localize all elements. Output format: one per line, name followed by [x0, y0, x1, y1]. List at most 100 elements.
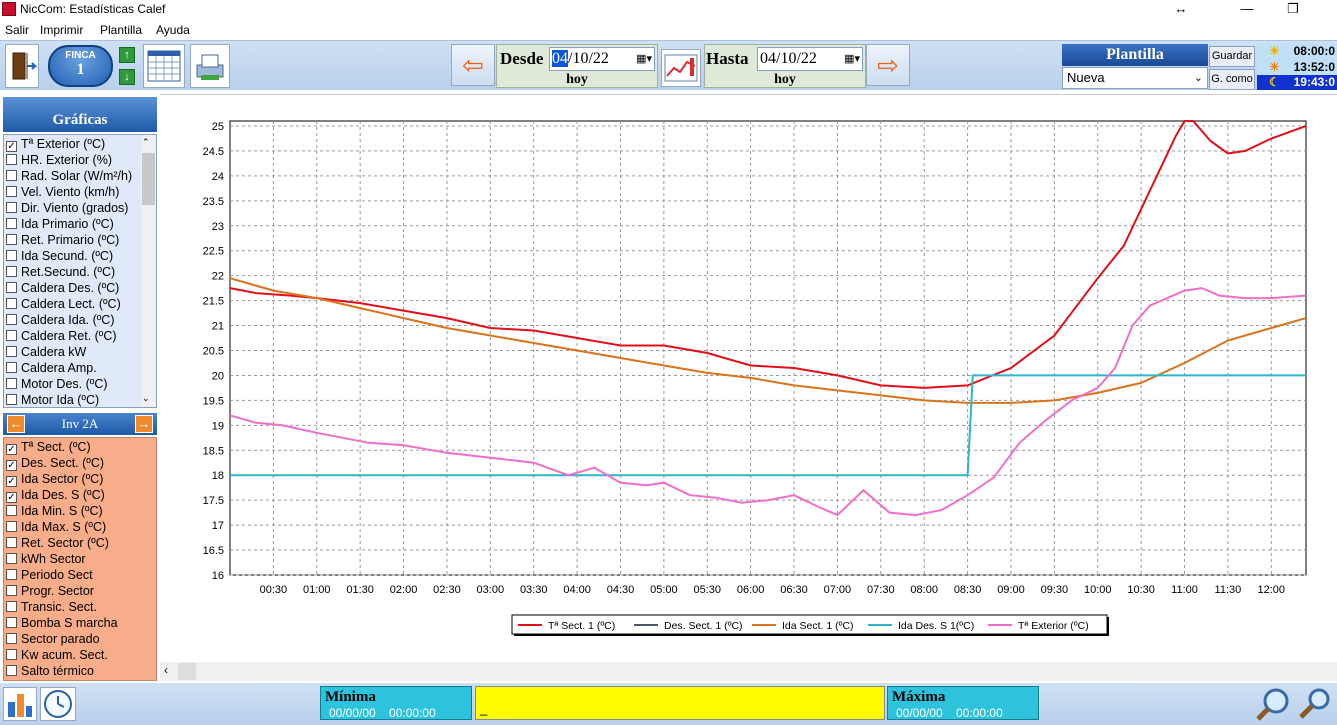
- next-date-button[interactable]: ⇨: [866, 44, 910, 86]
- checkbox-item[interactable]: ✓ Des. Sect. (ºC): [6, 456, 104, 472]
- print-button[interactable]: [190, 44, 230, 88]
- checkbox-item[interactable]: Salto térmico: [6, 664, 94, 680]
- checkbox[interactable]: [6, 537, 17, 548]
- scroll-thumb[interactable]: [142, 153, 155, 205]
- chart-refresh-button[interactable]: [661, 49, 701, 87]
- calendar-dropdown-icon[interactable]: ▦▾: [636, 48, 652, 70]
- zoom-in-button[interactable]: [1254, 686, 1294, 722]
- checkbox-item[interactable]: ✓ Tª Exterior (ºC): [6, 137, 105, 153]
- scroll-thumb[interactable]: [178, 663, 196, 680]
- checkbox[interactable]: [6, 601, 17, 612]
- finca-up-arrow-icon[interactable]: ↑: [119, 47, 135, 63]
- checkbox-item[interactable]: Motor Des. (ºC): [6, 377, 108, 393]
- checkbox-item[interactable]: Caldera Ida. (ºC): [6, 313, 115, 329]
- checkbox-item[interactable]: Kw acum. Sect.: [6, 648, 108, 664]
- checkbox[interactable]: [6, 394, 17, 405]
- checkbox[interactable]: [6, 521, 17, 532]
- checkbox[interactable]: [6, 585, 17, 596]
- calendar-dropdown-icon[interactable]: ▦▾: [844, 48, 860, 70]
- checkbox-item[interactable]: Caldera Amp.: [6, 361, 97, 377]
- checkbox[interactable]: [6, 218, 17, 229]
- checkbox[interactable]: [6, 378, 17, 389]
- guardar-button[interactable]: Guardar: [1209, 46, 1255, 67]
- checkbox-item[interactable]: Ida Primario (ºC): [6, 217, 114, 233]
- checkbox[interactable]: [6, 202, 17, 213]
- checkbox-item[interactable]: Rad. Solar (W/m²/h): [6, 169, 132, 185]
- menu-ayuda[interactable]: Ayuda: [156, 23, 190, 37]
- checkbox[interactable]: [6, 282, 17, 293]
- checkbox-item[interactable]: Bomba S marcha: [6, 616, 118, 632]
- checkbox-item[interactable]: HR. Exterior (%): [6, 153, 112, 169]
- minimize-button[interactable]: —: [1224, 0, 1270, 19]
- maximize-button[interactable]: ❐: [1270, 0, 1316, 19]
- checkbox-item[interactable]: kWh Sector: [6, 552, 86, 568]
- scroll-up-icon[interactable]: ⌃: [142, 137, 150, 148]
- hasta-date-input[interactable]: 04/10/22 ▦▾: [757, 47, 863, 71]
- checkbox-item[interactable]: Ida Max. S (ºC): [6, 520, 106, 536]
- checkbox-item[interactable]: Transic. Sect.: [6, 600, 97, 616]
- checkbox[interactable]: [6, 266, 17, 277]
- checkbox[interactable]: [6, 298, 17, 309]
- checkbox[interactable]: [6, 617, 17, 628]
- checkbox-item[interactable]: Caldera Ret. (ºC): [6, 329, 117, 345]
- checkbox-item[interactable]: ✓ Ida Des. S (ºC): [6, 488, 105, 504]
- checkbox-item[interactable]: Ret. Primario (ºC): [6, 233, 119, 249]
- restore-size-icon[interactable]: ↔: [1158, 0, 1204, 19]
- checkbox-item[interactable]: Vel. Viento (km/h): [6, 185, 119, 201]
- hasta-hoy[interactable]: hoy: [705, 72, 865, 88]
- menu-imprimir[interactable]: Imprimir: [40, 23, 83, 37]
- horizontal-scrollbar[interactable]: ‹: [160, 662, 1337, 681]
- checkbox-item[interactable]: Caldera Lect. (ºC): [6, 297, 121, 313]
- guardar-como-button[interactable]: G. como: [1209, 69, 1255, 90]
- checkbox[interactable]: [6, 330, 17, 341]
- menu-plantilla[interactable]: Plantilla: [100, 23, 142, 37]
- scroll-left-icon[interactable]: ‹: [164, 663, 168, 677]
- checkbox[interactable]: [6, 314, 17, 325]
- checkbox-item[interactable]: ✓ Tª Sect. (ºC): [6, 440, 91, 456]
- clock-button[interactable]: [40, 687, 76, 721]
- checkbox[interactable]: [6, 250, 17, 261]
- exit-door-button[interactable]: [5, 44, 39, 88]
- checkbox-item[interactable]: Motor Ida (ºC): [6, 393, 99, 407]
- stats-bars-button[interactable]: [3, 687, 37, 721]
- checkbox[interactable]: [6, 665, 17, 676]
- checkbox[interactable]: [6, 170, 17, 181]
- checkbox[interactable]: [6, 234, 17, 245]
- checkbox-item[interactable]: Ida Min. S (ºC): [6, 504, 103, 520]
- desde-hoy[interactable]: hoy: [497, 72, 657, 88]
- checkbox-item[interactable]: Ret. Sector (ºC): [6, 536, 109, 552]
- plantilla-select[interactable]: Nueva ⌄: [1062, 67, 1208, 89]
- finca-down-arrow-icon[interactable]: ↓: [119, 69, 135, 85]
- checkbox-item[interactable]: Ida Secund. (ºC): [6, 249, 113, 265]
- checkbox-item[interactable]: Progr. Sector: [6, 584, 94, 600]
- checkbox[interactable]: [6, 505, 17, 516]
- checkbox[interactable]: ✓: [6, 492, 17, 503]
- calendar-table-button[interactable]: [143, 44, 185, 88]
- checkbox-item[interactable]: Caldera Des. (ºC): [6, 281, 119, 297]
- inv-next-arrow-icon[interactable]: →: [135, 415, 153, 433]
- checkbox[interactable]: [6, 569, 17, 580]
- checkbox[interactable]: ✓: [6, 460, 17, 471]
- checkbox[interactable]: [6, 186, 17, 197]
- checkbox-item[interactable]: Sector parado: [6, 632, 100, 648]
- checkbox-item[interactable]: Dir. Viento (grados): [6, 201, 128, 217]
- checkbox[interactable]: [6, 633, 17, 644]
- checkbox-item[interactable]: Periodo Sect: [6, 568, 93, 584]
- menu-salir[interactable]: Salir: [5, 23, 29, 37]
- checkbox-item[interactable]: Caldera kW: [6, 345, 86, 361]
- checkbox[interactable]: ✓: [6, 444, 17, 455]
- checkbox[interactable]: ✓: [6, 476, 17, 487]
- finca-selector[interactable]: FINCA 1: [48, 45, 113, 87]
- desde-date-input[interactable]: 04/10/22 ▦▾: [549, 47, 655, 71]
- scroll-down-icon[interactable]: ⌄: [142, 393, 150, 404]
- checkbox[interactable]: [6, 154, 17, 165]
- graficas-scrollbar[interactable]: ⌃ ⌄: [141, 135, 156, 407]
- checkbox[interactable]: [6, 553, 17, 564]
- checkbox-item[interactable]: Ret.Secund. (ºC): [6, 265, 115, 281]
- checkbox-item[interactable]: ✓ Ida Sector (ºC): [6, 472, 103, 488]
- checkbox[interactable]: [6, 649, 17, 660]
- checkbox[interactable]: [6, 346, 17, 357]
- checkbox[interactable]: [6, 362, 17, 373]
- zoom-out-button[interactable]: [1295, 686, 1335, 722]
- checkbox[interactable]: ✓: [6, 141, 17, 152]
